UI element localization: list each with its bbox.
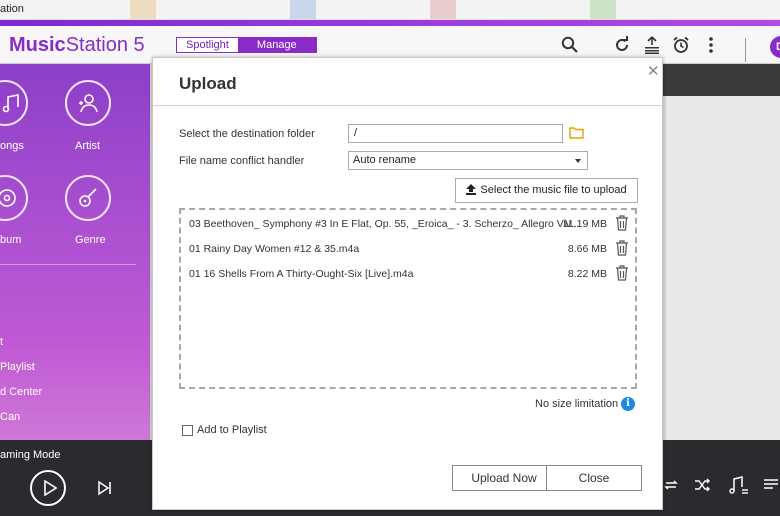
view-switcher: Spotlight Manage	[176, 37, 317, 53]
dialog-divider	[153, 105, 662, 106]
select-file-label: Select the music file to upload	[480, 184, 627, 196]
add-to-playlist-label[interactable]: Add to Playlist	[197, 424, 267, 436]
artist-icon	[79, 94, 98, 113]
tab-manage[interactable]: Manage	[237, 38, 316, 52]
upload-dialog: Upload ✕ Select the destination folder /…	[152, 57, 663, 510]
tab-spotlight[interactable]: Spotlight	[177, 38, 238, 52]
artist-tile[interactable]	[65, 80, 111, 126]
browser-title: ation	[0, 3, 24, 15]
file-size: 8.66 MB	[567, 243, 607, 255]
album-tile[interactable]	[0, 175, 28, 221]
blurred-thumbnail	[290, 0, 316, 19]
add-to-playlist-checkbox[interactable]	[182, 425, 193, 436]
trash-icon[interactable]	[615, 215, 629, 231]
destination-folder-label: Select the destination folder	[179, 128, 315, 140]
play-button[interactable]	[30, 470, 66, 506]
file-size: 8.22 MB	[567, 268, 607, 280]
conflict-handler-select[interactable]: Auto rename	[348, 151, 588, 170]
file-name: 01 16 Shells From A Thirty-Ought-Six [Li…	[189, 268, 414, 280]
close-button[interactable]: Close	[546, 465, 642, 491]
header-divider	[745, 38, 746, 62]
play-icon	[44, 480, 58, 496]
music-note-icon	[2, 94, 19, 113]
songs-tile[interactable]	[0, 80, 28, 126]
alarm-icon[interactable]	[672, 36, 690, 54]
sidebar-item[interactable]: t	[0, 336, 3, 348]
guitar-icon	[79, 188, 97, 207]
file-row: 01 Rainy Day Women #12 & 35.m4a 8.66 MB	[189, 240, 629, 258]
file-size: 11.19 MB	[562, 218, 607, 230]
file-drop-zone[interactable]: 03 Beethoven_ Symphony #3 In E Flat, Op.…	[179, 208, 637, 389]
file-row: 03 Beethoven_ Symphony #3 In E Flat, Op.…	[189, 215, 629, 233]
refresh-icon[interactable]	[613, 36, 631, 54]
sidebar-item-playlist[interactable]: Playlist	[0, 361, 35, 373]
upload-list-icon[interactable]	[643, 36, 661, 54]
sidebar-divider	[0, 264, 136, 265]
file-name: 03 Beethoven_ Symphony #3 In E Flat, Op.…	[189, 218, 580, 230]
sidebar-tile-label: ongs	[0, 140, 24, 152]
chevron-down-icon	[575, 159, 581, 163]
folder-icon[interactable]	[569, 126, 584, 139]
sidebar-tile-label: Genre	[75, 234, 106, 246]
blurred-thumbnail	[430, 0, 456, 19]
file-row: 01 16 Shells From A Thirty-Ought-Six [Li…	[189, 265, 629, 283]
sidebar-item-can[interactable]: Can	[0, 411, 20, 423]
blurred-thumbnail	[130, 0, 156, 19]
upload-icon	[466, 184, 477, 195]
size-limit-text: No size limitation	[535, 398, 619, 410]
close-icon[interactable]: ✕	[647, 62, 660, 80]
sidebar-item-center[interactable]: d Center	[0, 386, 42, 398]
next-icon[interactable]	[97, 480, 113, 496]
sidebar-tile-label: bum	[0, 234, 22, 246]
repeat-icon[interactable]	[663, 478, 679, 492]
right-panel	[666, 96, 780, 440]
genre-tile[interactable]	[65, 175, 111, 221]
trash-icon[interactable]	[615, 240, 629, 256]
search-icon[interactable]	[561, 36, 579, 54]
destination-folder-field[interactable]: /	[348, 124, 563, 143]
select-file-button[interactable]: Select the music file to upload	[455, 178, 638, 203]
browser-title-bar: ation	[0, 0, 780, 20]
blurred-thumbnail	[590, 0, 616, 19]
dialog-title: Upload	[179, 74, 237, 93]
streaming-mode-label[interactable]: aming Mode	[0, 449, 61, 461]
shuffle-icon[interactable]	[694, 478, 710, 492]
right-panel-header	[662, 64, 780, 96]
lyrics-icon[interactable]	[728, 476, 748, 494]
file-name: 01 Rainy Day Women #12 & 35.m4a	[189, 243, 360, 255]
app-logo: MusicStation 5	[9, 34, 145, 56]
sidebar-tile-label: Artist	[75, 140, 101, 152]
trash-icon[interactable]	[615, 265, 629, 281]
upload-now-button[interactable]: Upload Now	[452, 465, 556, 491]
conflict-handler-value: Auto rename	[353, 154, 416, 166]
sidebar: ongs Artist bum Genre t Playlist d Cente…	[0, 64, 150, 440]
more-vert-icon[interactable]	[702, 36, 720, 54]
info-icon[interactable]: i	[621, 397, 635, 411]
queue-icon[interactable]	[764, 477, 780, 493]
conflict-handler-label: File name conflict handler	[179, 155, 305, 167]
album-icon	[0, 189, 16, 207]
